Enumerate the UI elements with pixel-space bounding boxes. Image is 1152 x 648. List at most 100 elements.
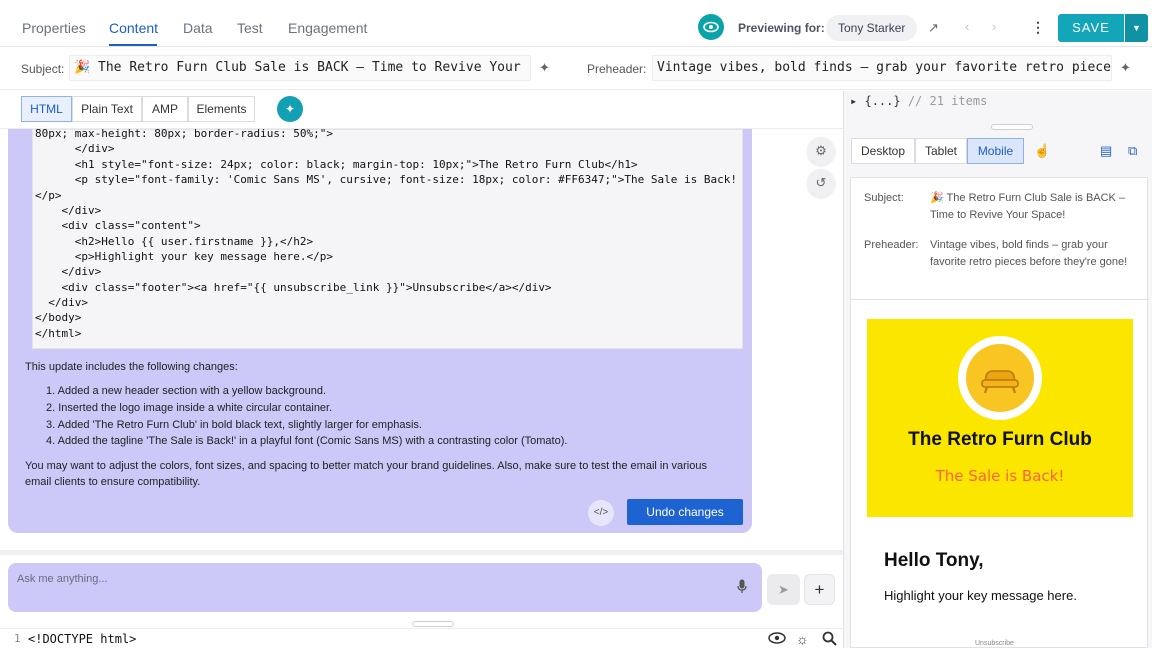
change-item: 1. Added a new header section with a yel…	[46, 385, 327, 397]
subject-bar: Subject: 🎉 The Retro Furn Club Sale is B…	[0, 48, 1152, 90]
email-message: Highlight your key message here.	[884, 588, 1077, 603]
subject-field[interactable]: 🎉 The Retro Furn Club Sale is BACK – Tim…	[69, 55, 531, 81]
divider	[851, 299, 1149, 300]
code-line: </div>	[35, 265, 102, 278]
chevron-right-icon[interactable]: ›	[992, 19, 996, 34]
json-summary: {...}	[864, 94, 901, 108]
previewing-for-label: Previewing for:	[738, 21, 825, 35]
external-link-icon[interactable]: ↗	[928, 20, 939, 36]
mode-html-tab[interactable]: HTML	[21, 96, 72, 122]
resize-handle[interactable]	[991, 124, 1033, 130]
ask-input[interactable]: Ask me anything...	[8, 563, 762, 612]
search-icon[interactable]	[822, 631, 837, 648]
plus-icon: +	[814, 580, 825, 599]
code-line: </div>	[35, 204, 102, 217]
mode-amp-tab[interactable]: AMP	[142, 96, 188, 122]
history-icon: ↺	[815, 175, 827, 190]
email-header: The Retro Furn Club The Sale is Back!	[867, 319, 1133, 517]
device-tablet-tab[interactable]: Tablet	[915, 138, 967, 164]
popout-icon[interactable]: ⧉	[1128, 143, 1137, 159]
armchair-icon	[981, 370, 1019, 394]
caret-right-icon: ▸	[850, 94, 858, 108]
preview-user-selector[interactable]: Tony Starker	[826, 15, 918, 41]
code-line: </html>	[35, 327, 82, 340]
brightness-icon[interactable]: ☼	[796, 631, 809, 647]
json-tree-root[interactable]: ▸ {...} // 21 items	[850, 94, 987, 108]
microphone-icon[interactable]	[737, 579, 747, 594]
view-code-button[interactable]: </>	[588, 500, 614, 526]
tab-data[interactable]: Data	[183, 20, 213, 36]
device-mobile-tab[interactable]: Mobile	[967, 138, 1024, 164]
preheader-label: Preheader:	[587, 62, 647, 76]
more-options-icon[interactable]: ⋮	[1031, 19, 1045, 36]
code-line: <p style="font-family: 'Comic Sans MS', …	[35, 173, 737, 186]
assistant-message: 80px; max-height: 80px; border-radius: 5…	[8, 127, 752, 533]
reply-note: email clients to ensure compatibility.	[25, 476, 201, 488]
settings-button[interactable]: ⚙	[807, 137, 835, 165]
subject-label: Subject:	[21, 62, 65, 76]
code-line: <div class="footer"><a href="{{ unsubscr…	[35, 281, 552, 294]
logo-image	[966, 344, 1034, 412]
preheader-field[interactable]: Vintage vibes, bold finds – grab your fa…	[652, 55, 1112, 81]
code-line: <div class="content">	[35, 219, 201, 232]
pointer-icon[interactable]: ☝	[1034, 143, 1050, 159]
logo-container	[958, 336, 1042, 420]
ai-chat-area: 80px; max-height: 80px; border-radius: 5…	[0, 127, 843, 549]
tab-engagement[interactable]: Engagement	[288, 20, 367, 36]
code-line: </body>	[35, 311, 82, 324]
ai-assistant-button[interactable]: ✦	[277, 96, 303, 122]
chevron-left-icon[interactable]: ‹	[965, 19, 969, 34]
email-tagline: The Sale is Back!	[935, 467, 1065, 485]
tab-test[interactable]: Test	[237, 20, 263, 36]
change-item: 4. Added the tagline 'The Sale is Back!'…	[46, 435, 568, 447]
history-button[interactable]: ↺	[807, 169, 835, 197]
code-line: <h2>Hello {{ user.firstname }},</h2>	[35, 235, 314, 248]
sparkle-icon: ✦	[284, 102, 296, 116]
code-line: <p>Highlight your key message here.</p>	[35, 250, 334, 263]
change-item: 3. Added 'The Retro Furn Club' in bold b…	[46, 419, 422, 431]
code-line: <h1 style="font-size: 24px; color: black…	[35, 158, 638, 171]
change-item: 2. Inserted the logo image inside a whit…	[46, 402, 333, 414]
email-preview: Subject: 🎉 The Retro Furn Club Sale is B…	[850, 177, 1149, 648]
preview-subject-label: Subject:	[864, 192, 904, 204]
ask-placeholder: Ask me anything...	[17, 573, 108, 585]
document-icon[interactable]: ▤	[1100, 143, 1112, 159]
code-line: <!DOCTYPE html>	[28, 632, 137, 646]
preview-subject-text: 🎉 The Retro Furn Club Sale is BACK – Tim…	[930, 192, 1126, 221]
code-line: 80px; max-height: 80px; border-radius: 5…	[35, 127, 334, 140]
gear-icon: ⚙	[815, 143, 827, 158]
active-tab-indicator	[109, 44, 157, 46]
magic-wand-icon[interactable]: ✦	[539, 60, 550, 76]
save-dropdown-button[interactable]: ▼	[1125, 14, 1148, 42]
reply-note: You may want to adjust the colors, font …	[25, 460, 707, 472]
preview-preheader-text: Vintage vibes, bold finds – grab your fa…	[930, 239, 1128, 268]
eye-icon	[703, 21, 719, 33]
undo-changes-button[interactable]: Undo changes	[627, 499, 743, 525]
json-count: // 21 items	[907, 94, 988, 108]
eye-icon[interactable]	[768, 631, 786, 647]
editor-mode-bar: HTML Plain Text AMP Elements ✦	[0, 91, 843, 129]
code-line: </div>	[35, 142, 115, 155]
tab-content[interactable]: Content	[109, 20, 158, 36]
mode-plain-text-tab[interactable]: Plain Text	[72, 96, 142, 122]
preview-toggle-button[interactable]	[698, 14, 724, 40]
code-line: </div>	[35, 296, 88, 309]
unsubscribe-link[interactable]: Unsubscribe	[975, 640, 1014, 647]
tab-properties[interactable]: Properties	[22, 20, 86, 36]
line-number: 1	[14, 632, 21, 645]
code-line: </p>	[35, 189, 62, 202]
magic-wand-icon[interactable]: ✦	[1120, 60, 1131, 76]
send-icon: ➤	[778, 582, 789, 597]
code-editor[interactable]: 1 <!DOCTYPE html>	[0, 628, 843, 648]
reply-intro: This update includes the following chang…	[25, 361, 238, 373]
device-desktop-tab[interactable]: Desktop	[851, 138, 915, 164]
send-button[interactable]: ➤	[767, 574, 800, 605]
resize-handle[interactable]	[412, 621, 454, 627]
add-attachment-button[interactable]: +	[804, 574, 835, 605]
top-bar: Properties Content Data Test Engagement …	[0, 0, 1152, 47]
email-title: The Retro Furn Club	[908, 429, 1092, 450]
save-button[interactable]: SAVE	[1058, 14, 1124, 42]
code-snippet: 80px; max-height: 80px; border-radius: 5…	[32, 127, 743, 349]
preview-panel: ▸ {...} // 21 items Desktop Tablet Mobil…	[843, 91, 1152, 648]
mode-elements-tab[interactable]: Elements	[188, 96, 255, 122]
